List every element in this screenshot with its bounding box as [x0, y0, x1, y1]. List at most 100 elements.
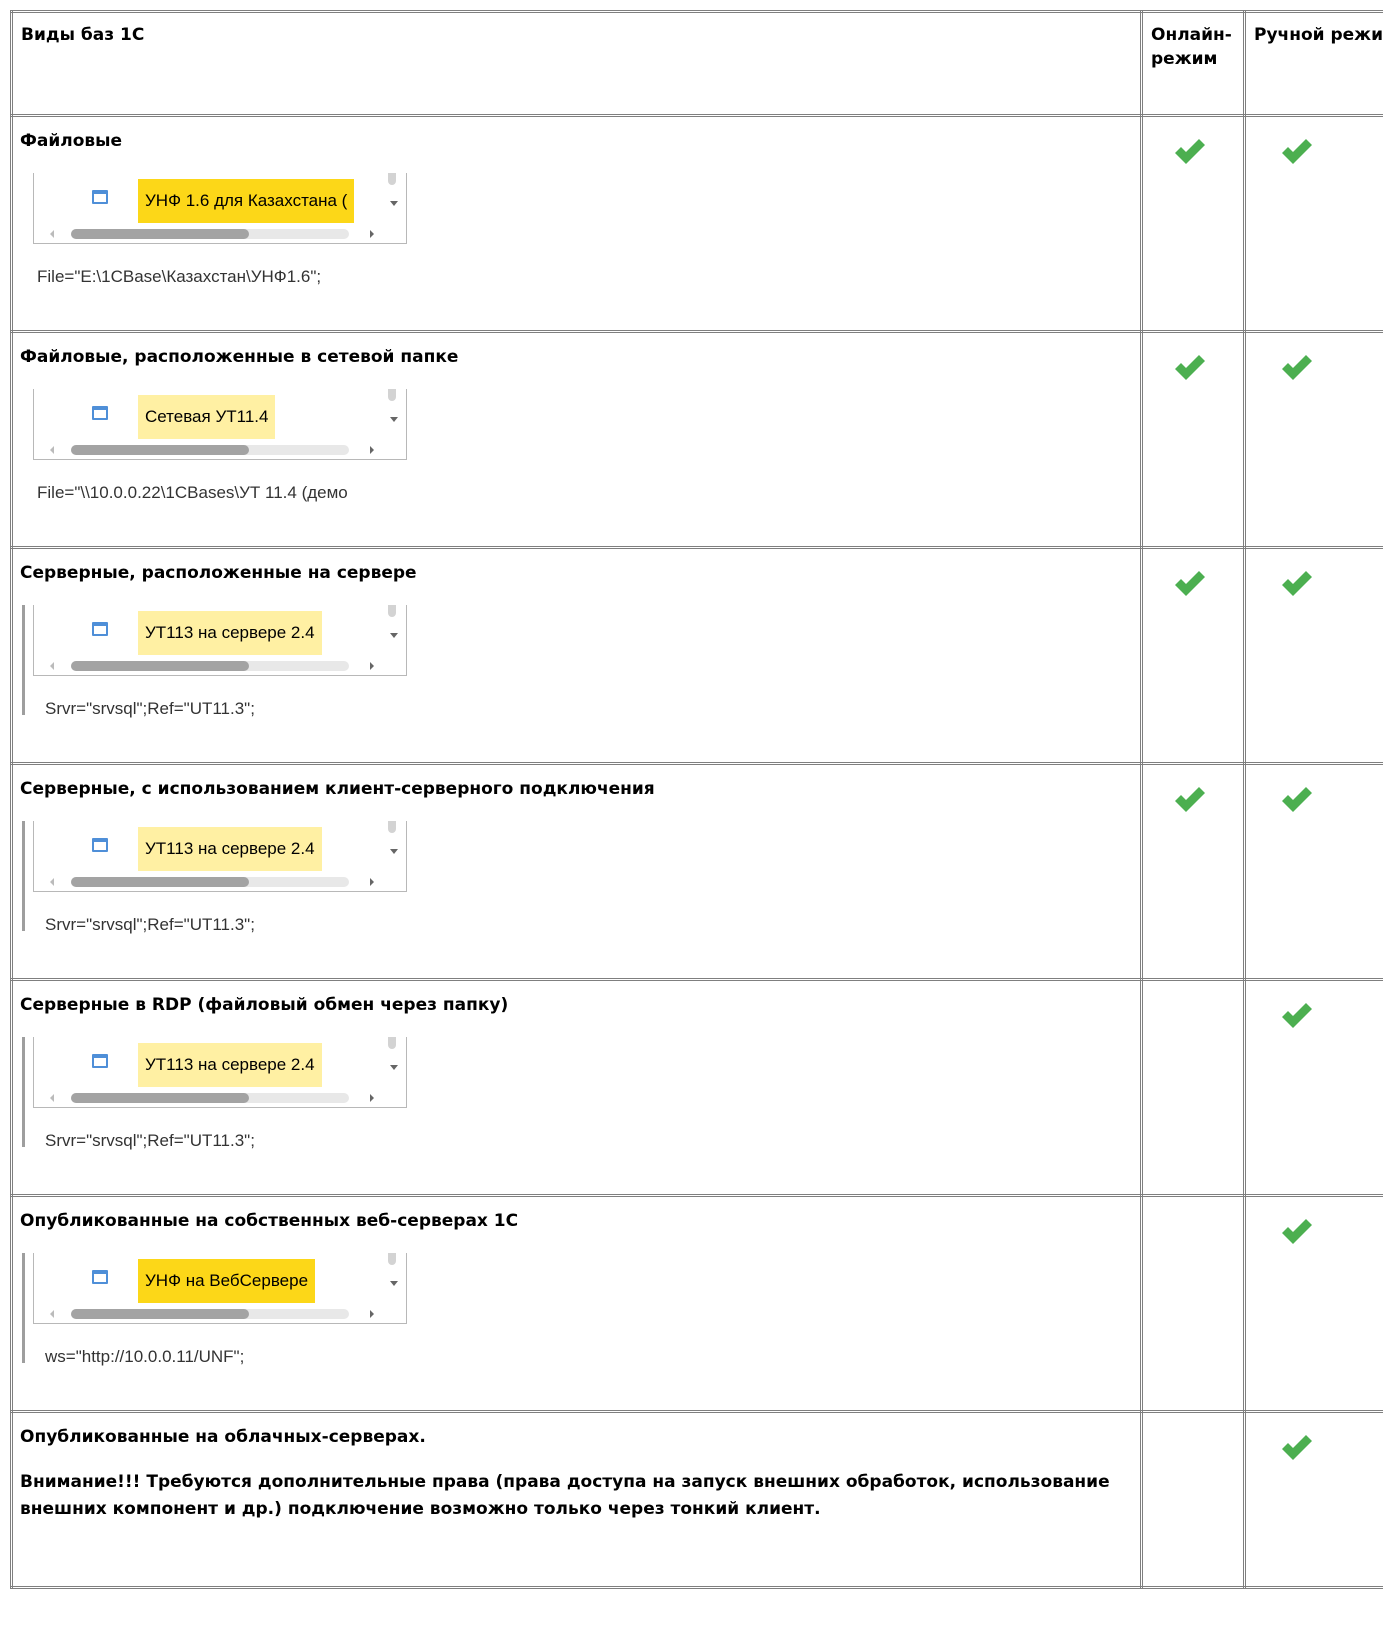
database-icon	[92, 622, 108, 636]
manual-cell	[1243, 1194, 1383, 1413]
table-row: Опубликованные на облачных-серверах. Вни…	[10, 1410, 1383, 1589]
manual-cell	[1243, 978, 1383, 1197]
check-icon	[1282, 571, 1312, 596]
row-title: Серверные, расположенные на сервере	[20, 563, 417, 583]
online-cell	[1140, 978, 1246, 1197]
check-icon	[1282, 355, 1312, 380]
database-icon	[92, 190, 108, 204]
type-cell: Файловые УНФ 1.6 для Казахстана ( File="…	[10, 114, 1143, 333]
base-name: УНФ на ВебСервере	[138, 1259, 316, 1303]
scroll-thumb	[71, 229, 249, 239]
base-name: УТ113 на сервере 2.4	[138, 1043, 322, 1087]
scroll-down-icon	[390, 417, 398, 422]
scroll-right-icon	[370, 230, 374, 238]
list-box: УНФ 1.6 для Казахстана (	[33, 173, 407, 244]
vertical-scrollbar	[388, 389, 396, 401]
table-row: Серверные, с использованием клиент-серве…	[10, 762, 1383, 981]
scroll-down-icon	[390, 201, 398, 206]
scroll-left-icon	[50, 1310, 54, 1318]
online-check	[1143, 333, 1243, 383]
base-name: УТ113 на сервере 2.4	[138, 611, 322, 655]
scroll-right-icon	[370, 446, 374, 454]
type-cell: Файловые, расположенные в сетевой папке …	[10, 330, 1143, 549]
scroll-down-icon	[390, 849, 398, 854]
database-icon	[92, 1054, 108, 1068]
scroll-down-icon	[390, 1065, 398, 1070]
horizontal-scrollbar	[50, 1093, 374, 1103]
manual-check	[1246, 1197, 1383, 1247]
list-box: УТ113 на сервере 2.4	[33, 821, 407, 892]
type-cell: Серверные, расположенные на сервере УТ11…	[10, 546, 1143, 765]
row-title: Серверные в RDP (файловый обмен через па…	[20, 995, 509, 1015]
horizontal-scrollbar	[50, 877, 374, 887]
row-title: Опубликованные на облачных-серверах.	[20, 1427, 426, 1447]
list-box-mockup: УТ113 на сервере 2.4	[22, 821, 407, 931]
online-cell	[1140, 762, 1246, 981]
check-icon	[1175, 355, 1205, 380]
row-title: Файловые, расположенные в сетевой папке	[20, 347, 459, 367]
connection-string: File="\\10.0.0.22\1CBases\УТ 11.4 (демо	[37, 483, 348, 502]
connection-string: Srvr="srvsql";Ref="UT11.3";	[45, 1131, 255, 1150]
scroll-left-icon	[50, 1094, 54, 1102]
row-title: Файловые	[20, 131, 123, 151]
list-box-mockup: УНФ 1.6 для Казахстана (	[33, 173, 407, 245]
online-cell	[1140, 546, 1246, 765]
check-icon	[1282, 1435, 1312, 1460]
horizontal-scrollbar	[50, 661, 374, 671]
scroll-thumb	[71, 1093, 249, 1103]
online-check	[1143, 765, 1243, 815]
check-icon	[1282, 1003, 1312, 1028]
horizontal-scrollbar	[50, 445, 374, 455]
row-note: Внимание!!! Требуются дополнительные пра…	[20, 1472, 1110, 1519]
scroll-down-icon	[390, 1281, 398, 1286]
scroll-right-icon	[370, 1094, 374, 1102]
scroll-left-icon	[50, 878, 54, 886]
scroll-thumb	[71, 445, 249, 455]
online-check	[1143, 549, 1243, 599]
scroll-down-icon	[390, 633, 398, 638]
check-icon	[1282, 787, 1312, 812]
manual-cell	[1243, 762, 1383, 981]
row-title: Серверные, с использованием клиент-серве…	[20, 779, 655, 799]
scroll-left-icon	[50, 662, 54, 670]
scroll-thumb	[71, 877, 249, 887]
manual-cell	[1243, 546, 1383, 765]
table-row: Серверные, расположенные на сервере УТ11…	[10, 546, 1383, 765]
check-icon	[1175, 571, 1205, 596]
connection-string: File="E:\1CBase\Казахстан\УНФ1.6";	[37, 267, 322, 286]
list-box: УТ113 на сервере 2.4	[33, 1037, 407, 1108]
type-cell: Серверные в RDP (файловый обмен через па…	[10, 978, 1143, 1197]
manual-check	[1246, 549, 1383, 599]
manual-check	[1246, 981, 1383, 1031]
header-cell-online: Онлайн-режим	[1140, 10, 1246, 117]
type-cell: Опубликованные на собственных веб-сервер…	[10, 1194, 1143, 1413]
base-name: УТ113 на сервере 2.4	[138, 827, 322, 871]
base-name: Сетевая УТ11.4	[138, 395, 276, 439]
header-cell-manual: Ручной режим	[1243, 10, 1383, 117]
manual-cell	[1243, 114, 1383, 333]
connection-string: Srvr="srvsql";Ref="UT11.3";	[45, 699, 255, 718]
row-title: Опубликованные на собственных веб-сервер…	[20, 1211, 519, 1231]
check-icon	[1282, 1219, 1312, 1244]
table-row: Файловые УНФ 1.6 для Казахстана ( File="…	[10, 114, 1383, 333]
horizontal-scrollbar	[50, 229, 374, 239]
online-check	[1143, 1197, 1243, 1217]
scroll-thumb	[71, 1309, 249, 1319]
list-box: Сетевая УТ11.4	[33, 389, 407, 460]
type-cell: Опубликованные на облачных-серверах. Вни…	[10, 1410, 1143, 1589]
scroll-thumb	[71, 661, 249, 671]
database-icon	[92, 406, 108, 420]
check-icon	[1282, 139, 1312, 164]
vertical-scrollbar	[388, 1253, 396, 1265]
check-icon	[1175, 139, 1205, 164]
manual-check	[1246, 1413, 1383, 1463]
vertical-scrollbar	[388, 173, 396, 185]
database-icon	[92, 838, 108, 852]
table-row: Серверные в RDP (файловый обмен через па…	[10, 978, 1383, 1197]
header-types: Виды баз 1С	[21, 25, 145, 45]
scroll-left-icon	[50, 446, 54, 454]
header-manual: Ручной режим	[1254, 25, 1383, 45]
online-check	[1143, 1413, 1243, 1433]
scroll-right-icon	[370, 1310, 374, 1318]
list-box: УТ113 на сервере 2.4	[33, 605, 407, 676]
